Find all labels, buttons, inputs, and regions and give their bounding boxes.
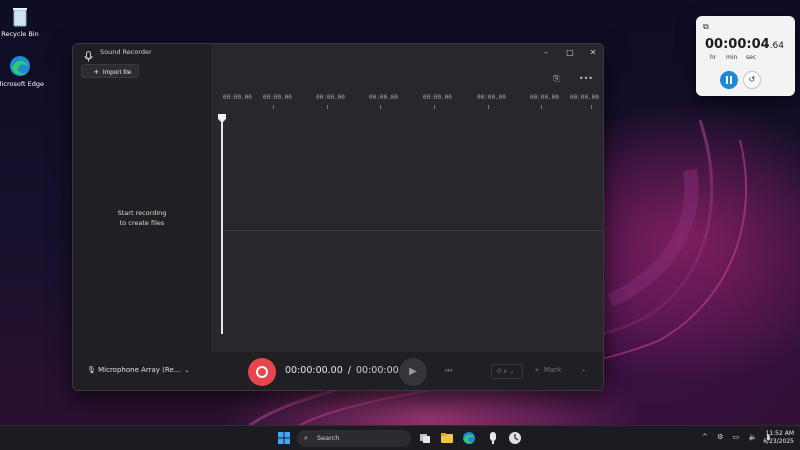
taskbar: ⌕ Search ^ ⚙ ▭ 🔈 ▮ 11:52 AM 6/23/2025 <box>0 425 800 450</box>
file-explorer-icon[interactable] <box>440 431 454 445</box>
stopwatch-widget: ⧉ 00:00:04.64 hr min sec ↺ <box>696 16 795 96</box>
reset-button[interactable]: ↺ <box>743 71 761 89</box>
stopwatch-time: 00:00:04.64 <box>705 37 784 52</box>
timeline-tick-mark <box>273 105 274 109</box>
task-view-icon[interactable] <box>418 431 432 445</box>
stopwatch-main-time: 00:00:04 <box>705 37 770 52</box>
chevron-down-icon[interactable]: ⌄ <box>581 366 586 373</box>
recycle-bin-icon <box>8 4 32 28</box>
mark-pin-icon: ⌖ <box>535 366 539 374</box>
minimize-button[interactable]: – <box>535 46 557 60</box>
skip-back-button[interactable]: ⏮ <box>445 366 452 376</box>
waveform-baseline <box>223 230 603 231</box>
volume-icon[interactable]: 🔈 <box>748 433 757 441</box>
timeline-tick-mark <box>327 105 328 109</box>
empty-state-line1: Start recording <box>117 209 167 217</box>
desktop-icon-label: Microsoft Edge <box>0 80 45 88</box>
chevron-down-icon: ⌄ <box>184 367 190 374</box>
recordings-sidebar: + Import file Start recording to create f… <box>73 44 211 352</box>
expand-icon[interactable]: ⧉ <box>703 22 709 32</box>
taskbar-search[interactable]: ⌕ Search <box>297 430 411 447</box>
timeline-tick-label: 00:00.00 <box>263 94 292 101</box>
import-file-label: Import file <box>102 69 132 76</box>
desktop-icon-label: Recycle Bin <box>1 30 39 38</box>
play-button[interactable]: ▶ <box>399 358 427 386</box>
unit-hr: hr <box>710 54 717 61</box>
pane-actions: ⎘ ••• <box>539 66 593 85</box>
plus-icon: + <box>93 67 99 77</box>
playback-speed-selector[interactable]: 0 x ⌄ <box>491 364 523 379</box>
edge-taskbar-icon[interactable] <box>462 431 476 445</box>
microphone-app-icon <box>84 47 93 66</box>
sound-recorder-window: + Import file Start recording to create f… <box>72 43 604 391</box>
playhead-line[interactable] <box>221 114 223 334</box>
edge-icon <box>8 54 32 78</box>
timeline-tick-label: 00:00.00 <box>316 94 345 101</box>
search-icon: ⌕ <box>304 434 308 442</box>
unit-min: min <box>726 54 738 61</box>
mark-label: Mark <box>543 366 562 374</box>
current-time: 00:00:00.00 <box>285 365 343 376</box>
stopwatch-fraction: .64 <box>769 41 784 51</box>
waveform-pane: ⎘ ••• <box>211 44 603 352</box>
playback-controls-bar: 🎙 Microphone Array (Re... ⌄ 00:00:00.00/0… <box>73 352 603 390</box>
time-readout: 00:00:00.00 / 00:00:00 <box>285 365 399 376</box>
timeline-tick-mark <box>488 105 489 109</box>
playback-speed-value: 0 x <box>497 367 508 375</box>
reset-icon: ↺ <box>748 75 756 84</box>
sound-recorder-taskbar-icon[interactable] <box>486 431 500 445</box>
microphone-icon: 🎙 <box>87 366 96 374</box>
desktop-icon-recycle-bin[interactable]: Recycle Bin <box>0 4 44 38</box>
timeline-tick-label: 00:00.00 <box>423 94 452 101</box>
record-icon <box>256 366 268 378</box>
pause-icon <box>730 76 732 84</box>
empty-state-line2: to create files <box>119 219 165 227</box>
chevron-down-icon: ⌄ <box>509 367 515 375</box>
record-button[interactable] <box>248 358 276 386</box>
timeline-tick-label: 00:00.00 <box>369 94 398 101</box>
display-icon[interactable]: ▭ <box>733 433 740 441</box>
close-button[interactable]: ✕ <box>582 46 603 60</box>
pause-button[interactable] <box>720 71 738 89</box>
timeline-tick-mark <box>541 105 542 109</box>
search-label: Search <box>317 434 340 442</box>
taskbar-clock[interactable]: 11:52 AM 6/23/2025 <box>760 430 794 446</box>
timeline-tick-mark <box>380 105 381 109</box>
window-title: Sound Recorder <box>100 48 152 56</box>
pause-icon <box>726 76 728 84</box>
share-icon[interactable]: ⎘ <box>553 74 559 84</box>
mark-button[interactable]: ⌖ Mark <box>535 366 561 375</box>
timeline-tick-mark <box>434 105 435 109</box>
time-separator: / <box>347 365 351 376</box>
playhead-handle[interactable] <box>217 108 227 123</box>
skip-back-icon: ⏮ <box>445 366 453 375</box>
import-file-button[interactable]: + Import file <box>81 64 139 78</box>
timeline-tick-label: 00:00.00 <box>570 94 599 101</box>
timeline-tick-label: 00:00.00 <box>223 94 252 101</box>
unit-sec: sec <box>746 54 757 61</box>
empty-state-message: Start recording to create files <box>93 208 191 228</box>
timeline-tick-label: 00:00.00 <box>530 94 559 101</box>
total-time: 00:00:00 <box>355 365 399 376</box>
settings-gear-icon[interactable]: ⚙ <box>717 433 723 441</box>
timeline-tick-label: 00:00.00 <box>477 94 506 101</box>
title-bar[interactable]: Sound Recorder – □ ✕ <box>73 44 603 62</box>
taskbar-date: 6/23/2025 <box>763 438 794 445</box>
more-options-icon[interactable]: ••• <box>579 74 593 83</box>
desktop-icon-edge[interactable]: Microsoft Edge <box>0 54 44 88</box>
play-icon: ▶ <box>409 366 417 377</box>
microphone-name: Microphone Array (Re... <box>98 366 181 374</box>
chevron-up-icon[interactable]: ^ <box>702 433 708 441</box>
taskbar-time: 11:52 AM <box>765 430 794 437</box>
clock-taskbar-icon[interactable] <box>508 431 522 445</box>
microphone-selector[interactable]: 🎙 Microphone Array (Re... ⌄ <box>87 366 189 374</box>
timeline-tick-mark <box>591 105 592 109</box>
start-icon[interactable] <box>277 431 291 445</box>
maximize-button[interactable]: □ <box>559 46 581 60</box>
